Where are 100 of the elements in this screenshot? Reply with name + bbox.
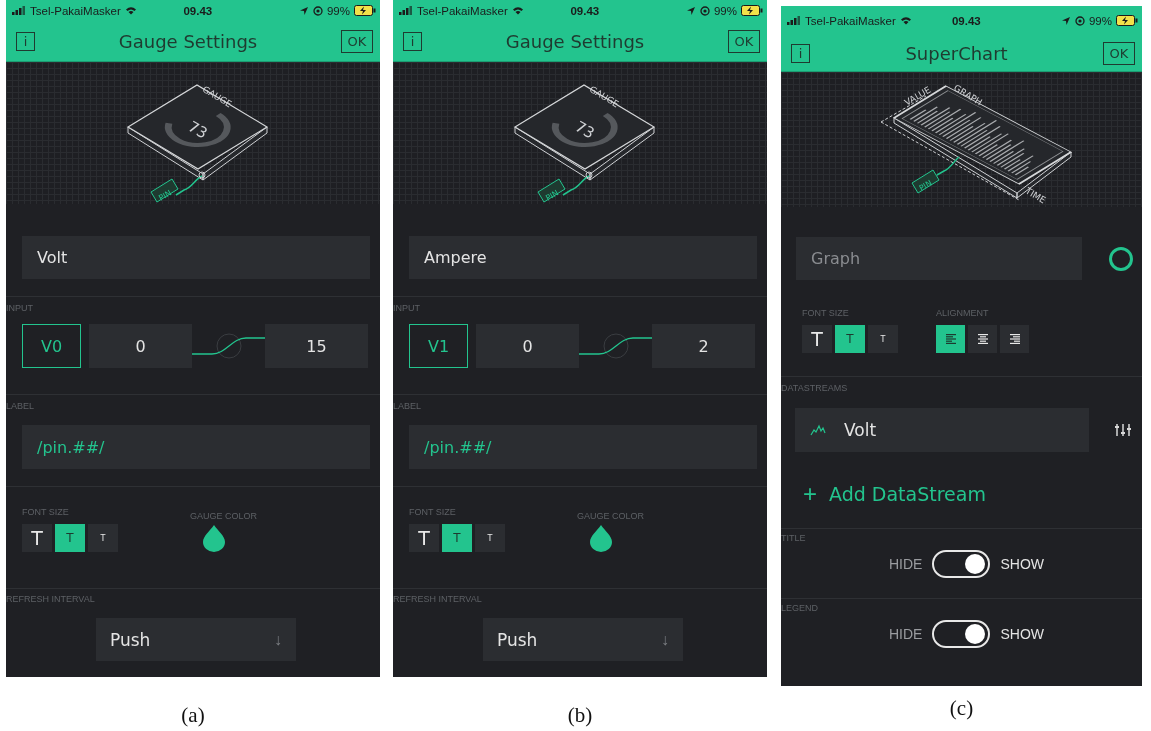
pin-button[interactable]: V1 — [409, 324, 468, 368]
battery-percent: 99% — [1088, 14, 1112, 27]
section-label: DATASTREAMS — [781, 382, 849, 394]
alarm-icon — [312, 5, 323, 16]
font-size-option[interactable]: T — [802, 325, 832, 353]
name-field[interactable]: Volt — [22, 235, 370, 279]
battery-percent: 99% — [326, 4, 350, 17]
color-drop-icon[interactable] — [589, 524, 613, 552]
dropdown-value: Push — [497, 629, 538, 650]
label-field[interactable]: /pin.##/ — [409, 425, 757, 469]
font-size-option[interactable]: T — [868, 325, 898, 353]
add-datastream-label: Add DataStream — [829, 483, 986, 505]
min-value-field[interactable]: 0 — [89, 324, 192, 368]
toggle-switch[interactable] — [932, 620, 991, 648]
min-value-field[interactable]: 0 — [476, 324, 579, 368]
name-field[interactable]: Graph — [796, 237, 1082, 280]
alarm-icon — [1074, 15, 1085, 26]
section-label: ALIGNMENT — [936, 307, 990, 319]
hide-label: HIDE — [889, 556, 923, 572]
color-drop-icon[interactable] — [202, 524, 226, 552]
font-size-option[interactable]: T — [442, 524, 472, 552]
figure-caption: (c) — [948, 696, 975, 721]
align-left-icon — [945, 334, 956, 344]
datastream-name: Volt — [844, 420, 877, 440]
location-arrow-icon — [298, 5, 309, 16]
hide-label: HIDE — [889, 626, 923, 642]
pin-label: PIN — [917, 178, 934, 193]
screen-title: Gauge Settings — [505, 30, 645, 52]
pin-label: PIN — [544, 188, 561, 203]
font-size-option[interactable]: T — [409, 524, 439, 552]
section-label: FONT SIZE — [802, 307, 850, 319]
clock-time: 09.43 — [183, 4, 213, 17]
screen-title: Gauge Settings — [118, 30, 258, 52]
battery-charging-icon — [1116, 15, 1138, 26]
battery-charging-icon — [354, 5, 376, 17]
dropdown-value: Push — [110, 629, 151, 650]
info-button[interactable]: i — [16, 31, 35, 51]
section-label: REFRESH INTERVAL — [393, 593, 483, 605]
font-size-option[interactable]: T — [55, 524, 85, 552]
down-arrow-icon: ↓ — [661, 630, 669, 649]
ok-button[interactable]: OK — [341, 29, 373, 53]
section-label: REFRESH INTERVAL — [6, 593, 96, 605]
line-chart-icon — [810, 424, 826, 436]
ok-button[interactable]: OK — [1103, 41, 1135, 65]
down-arrow-icon: ↓ — [274, 630, 282, 649]
section-label: INPUT — [393, 302, 421, 314]
section-label: FONT SIZE — [22, 506, 70, 518]
font-size-option[interactable]: T — [835, 325, 865, 353]
align-center-icon — [977, 334, 988, 344]
gauge-value: 73 — [185, 117, 211, 143]
section-label: LEGEND — [781, 602, 819, 614]
clock-time: 09.43 — [951, 14, 981, 27]
info-button[interactable]: i — [403, 31, 422, 51]
signal-icon — [787, 16, 801, 25]
font-size-option[interactable]: T — [88, 524, 118, 552]
font-size-option[interactable]: T — [475, 524, 505, 552]
carrier-name: Tsel-PakaiMasker — [417, 4, 508, 17]
align-right-button[interactable] — [1000, 325, 1029, 353]
location-arrow-icon — [1060, 15, 1071, 26]
wifi-icon — [511, 6, 524, 16]
screen-title: SuperChart — [905, 42, 1008, 64]
datastream-item[interactable]: Volt — [795, 408, 1089, 452]
section-label: TITLE — [781, 532, 807, 544]
location-arrow-icon — [685, 5, 696, 16]
color-ring-icon[interactable] — [1108, 245, 1134, 272]
figure-caption: (a) — [180, 703, 206, 728]
section-label: FONT SIZE — [409, 506, 457, 518]
wifi-icon — [899, 16, 912, 25]
align-right-icon — [1009, 334, 1020, 344]
battery-percent: 99% — [713, 4, 737, 17]
pin-button[interactable]: V0 — [22, 324, 81, 368]
label-field[interactable]: /pin.##/ — [22, 425, 370, 469]
carrier-name: Tsel-PakaiMasker — [30, 4, 121, 17]
align-left-button[interactable] — [936, 325, 965, 353]
ok-button[interactable]: OK — [728, 29, 760, 53]
refresh-dropdown[interactable]: Push ↓ — [483, 618, 683, 661]
signal-icon — [12, 6, 26, 16]
add-datastream-button[interactable]: + Add DataStream — [803, 482, 986, 506]
figure-caption: (b) — [566, 703, 594, 728]
carrier-name: Tsel-PakaiMasker — [805, 14, 896, 27]
show-label: SHOW — [1000, 626, 1044, 642]
align-center-button[interactable] — [968, 325, 997, 353]
show-label: SHOW — [1000, 556, 1044, 572]
name-field[interactable]: Ampere — [409, 235, 757, 279]
section-label: INPUT — [6, 302, 34, 314]
sliders-icon[interactable] — [1115, 423, 1131, 437]
font-size-option[interactable]: T — [22, 524, 52, 552]
pin-label: PIN — [157, 188, 174, 203]
alarm-icon — [699, 5, 710, 16]
max-value-field[interactable]: 2 — [652, 324, 755, 368]
clock-time: 09.43 — [570, 4, 600, 17]
signal-icon — [399, 6, 413, 16]
plus-icon: + — [803, 482, 817, 506]
gauge-value: 73 — [572, 117, 598, 143]
section-label: LABEL — [393, 400, 423, 412]
toggle-switch[interactable] — [932, 550, 991, 578]
wifi-icon — [124, 6, 137, 16]
info-button[interactable]: i — [791, 43, 810, 63]
refresh-dropdown[interactable]: Push ↓ — [96, 618, 296, 661]
max-value-field[interactable]: 15 — [265, 324, 368, 368]
